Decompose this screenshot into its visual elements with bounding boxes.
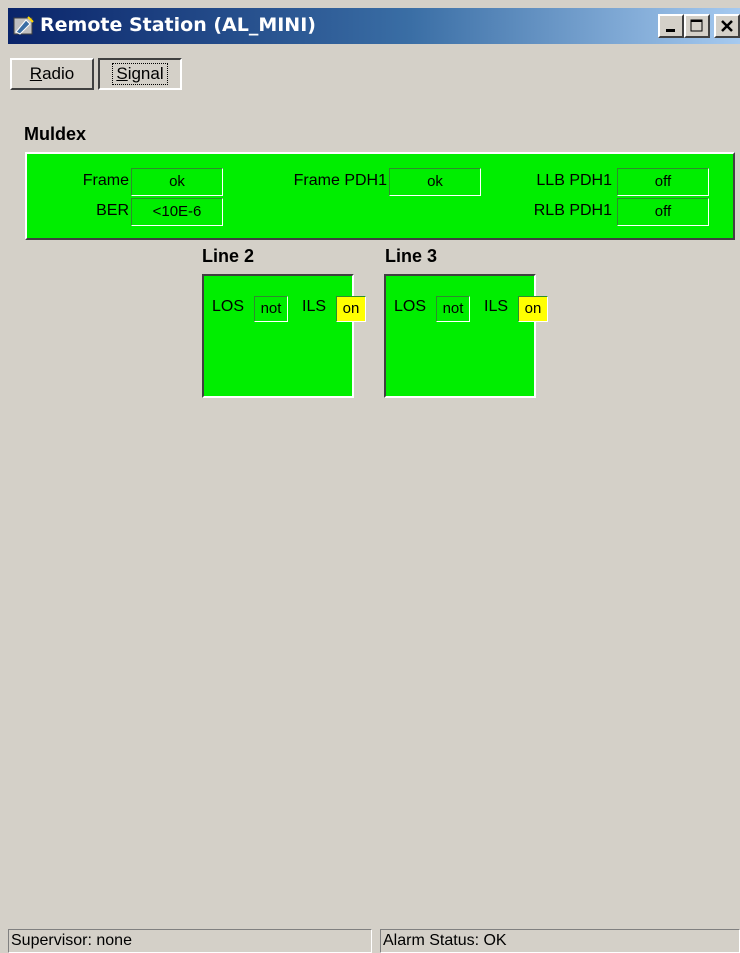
frame-pdh1-value: ok xyxy=(389,168,481,196)
remote-station-window: Remote Station (AL_MINI) Radio Signal Mu… xyxy=(0,0,740,953)
window-title: Remote Station (AL_MINI) xyxy=(40,14,316,36)
tab-radio-mnemonic: R xyxy=(29,64,43,83)
ber-value: <10E-6 xyxy=(131,198,223,226)
tab-radio-label-rest: adio xyxy=(42,64,75,83)
minimize-icon xyxy=(666,29,675,32)
supervisor-status: Supervisor: none xyxy=(8,929,372,953)
tab-signal-label-rest: ignal xyxy=(127,64,164,83)
frame-value: ok xyxy=(131,168,223,196)
line-2-ils-label: ILS xyxy=(302,298,327,315)
maximize-button[interactable] xyxy=(684,14,710,38)
line-3-panel: LOS not ILS on xyxy=(384,274,548,398)
line-2-ils-value: on xyxy=(336,296,366,322)
line-3-ils-label: ILS xyxy=(484,298,509,315)
maximize-icon xyxy=(690,19,703,32)
line-3-los-value: not xyxy=(436,296,470,322)
minimize-button[interactable] xyxy=(658,14,684,38)
close-icon xyxy=(721,20,733,32)
muldex-title: Muldex xyxy=(24,124,87,144)
rlb-pdh1-label: RLB PDH1 xyxy=(533,202,612,219)
app-icon xyxy=(13,16,34,35)
close-button[interactable] xyxy=(714,14,740,38)
llb-pdh1-value: off xyxy=(617,168,709,196)
title-bar[interactable]: Remote Station (AL_MINI) xyxy=(8,8,740,44)
frame-pdh1-label: Frame PDH1 xyxy=(293,172,387,189)
frame-label: Frame xyxy=(82,172,129,189)
ber-label: BER xyxy=(96,202,129,219)
line-2-los-value: not xyxy=(254,296,288,322)
tab-signal-mnemonic: S xyxy=(116,64,128,83)
llb-pdh1-label: LLB PDH1 xyxy=(536,172,612,189)
line-2-title: Line 2 xyxy=(202,246,255,266)
tab-signal[interactable]: Signal xyxy=(98,58,182,90)
line-3-los-label: LOS xyxy=(394,298,427,315)
line-2-panel: LOS not ILS on xyxy=(202,274,366,398)
tab-radio[interactable]: Radio xyxy=(10,58,94,90)
rlb-pdh1-value: off xyxy=(617,198,709,226)
status-bar: Supervisor: none Alarm Status: OK xyxy=(8,929,740,953)
muldex-panel: Frame ok BER <10E-6 Frame PDH1 ok LLB PD… xyxy=(25,152,735,240)
line-3-ils-value: on xyxy=(518,296,548,322)
line-2-los-label: LOS xyxy=(212,298,245,315)
alarm-status: Alarm Status: OK xyxy=(380,929,740,953)
line-3-title: Line 3 xyxy=(385,246,438,266)
